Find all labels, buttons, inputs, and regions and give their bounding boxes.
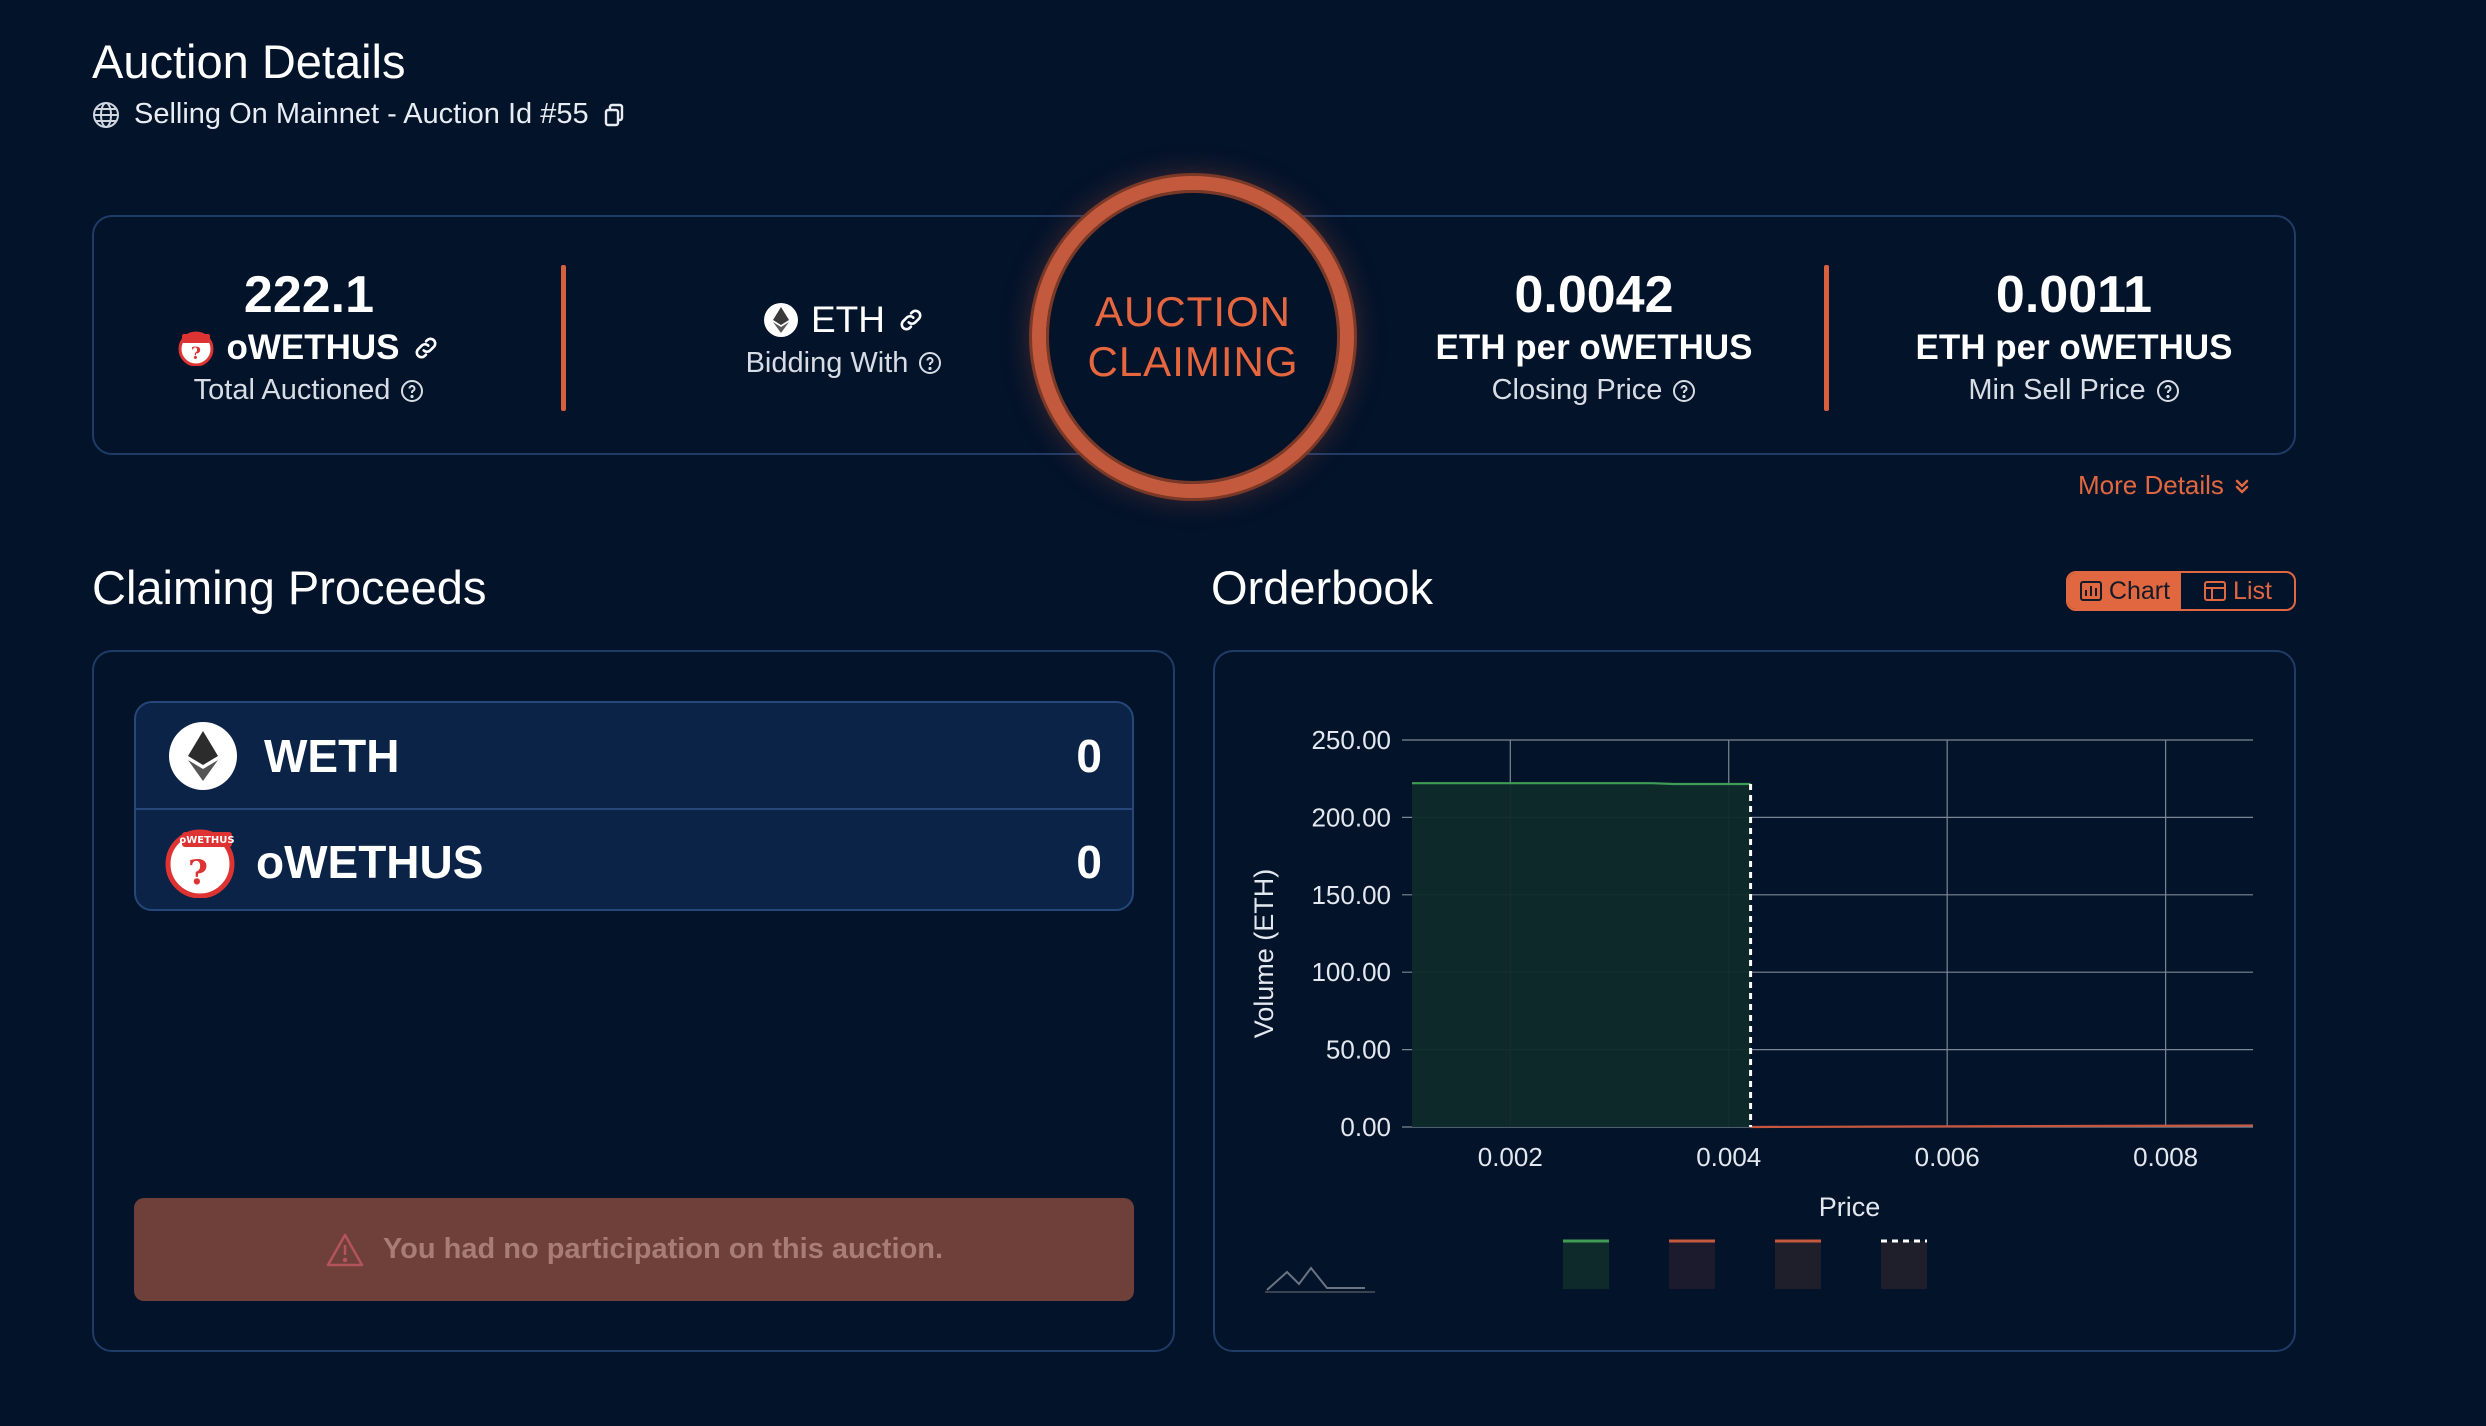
- y-tick-label: 100.00: [1311, 957, 1391, 987]
- total-auctioned-stat: 222.1 ? oWETHUS Total Auctioned: [94, 217, 524, 457]
- legend-swatch-0: [1563, 1241, 1609, 1289]
- closing-price-label-row: Closing Price: [1492, 374, 1697, 407]
- closing-price-unit: ETH per oWETHUS: [1435, 328, 1753, 368]
- table-icon: [2203, 580, 2227, 602]
- bidding-with-label: Bidding With: [745, 346, 909, 379]
- legend-swatch-3: [1881, 1241, 1927, 1289]
- copy-icon[interactable]: [603, 103, 625, 127]
- help-icon[interactable]: [2156, 379, 2180, 403]
- closing-price-label: Closing Price: [1491, 374, 1663, 407]
- zoom-minimap-icon: [1266, 1266, 1365, 1291]
- proceed-amount: 0: [1076, 835, 1102, 888]
- bidding-token: ETH: [763, 299, 925, 341]
- orderbook-chart[interactable]: 250.00 200.00 150.00 100.00 50.00 0.00 0.002 0.…: [1215, 652, 2298, 1354]
- orderbook-chart-panel: 250.00 200.00 150.00 100.00 50.00 0.00 0.002 0.…: [1213, 650, 2296, 1352]
- no-participation-alert: You had no participation on this auction…: [134, 1198, 1134, 1301]
- legend-swatch-1: [1669, 1241, 1715, 1289]
- divider: [561, 265, 566, 411]
- list-view-button[interactable]: List: [2181, 573, 2294, 609]
- proceed-amount: 0: [1076, 729, 1102, 782]
- page-title: Auction Details: [92, 35, 406, 88]
- proceed-token-name: oWETHUS: [256, 835, 484, 888]
- min-sell-price-unit: ETH per oWETHUS: [1915, 328, 2233, 368]
- x-tick-label: 0.006: [1915, 1142, 1980, 1172]
- owethus-token-icon: ?: [178, 330, 214, 367]
- owethus-icon: oWETHUS ?: [164, 826, 236, 898]
- y-tick-label: 0.00: [1340, 1112, 1391, 1142]
- no-participation-text: You had no participation on this auction…: [382, 1233, 944, 1265]
- y-tick-label: 50.00: [1326, 1035, 1391, 1065]
- auction-subtitle: Selling On Mainnet - Auction Id #55: [92, 98, 625, 131]
- series-area-0: [1412, 783, 1751, 1127]
- eth-icon: [763, 302, 799, 338]
- closing-price-stat: 0.0042 ETH per oWETHUS Closing Price: [1364, 217, 1824, 457]
- series-line-1: [1750, 1124, 2254, 1129]
- proceed-row-weth: WETH 0: [136, 703, 1132, 810]
- chart-view-button[interactable]: Chart: [2068, 573, 2181, 609]
- legend-swatch-2: [1775, 1241, 1821, 1289]
- total-auctioned-label-row: Total Auctioned: [194, 374, 425, 407]
- y-axis-title: Volume (ETH): [1249, 869, 1279, 1039]
- total-auctioned-token: ? oWETHUS: [178, 328, 439, 368]
- total-auctioned-value: 222.1: [243, 265, 375, 324]
- more-details-label: More Details: [2078, 470, 2224, 500]
- x-tick-label: 0.004: [1696, 1142, 1761, 1172]
- divider: [1824, 265, 1829, 411]
- svg-text:?: ?: [188, 853, 208, 893]
- more-details-link[interactable]: More Details: [2078, 470, 2252, 501]
- proceed-token-name: WETH: [264, 729, 400, 782]
- auction-status-badge: AUCTION CLAIMING: [1032, 176, 1354, 498]
- eth-icon: [168, 721, 238, 791]
- help-icon[interactable]: [918, 351, 942, 375]
- min-sell-price-label: Min Sell Price: [1968, 374, 2146, 407]
- svg-text:oWETHUS: oWETHUS: [179, 835, 234, 846]
- link-icon[interactable]: [412, 334, 440, 362]
- bidding-with-stat: ETH Bidding With: [609, 217, 1079, 457]
- orderbook-title: Orderbook: [1211, 561, 1434, 614]
- x-tick-label: 0.008: [2133, 1142, 2198, 1172]
- closing-price-value: 0.0042: [1514, 265, 1674, 324]
- proceed-row-owethus: oWETHUS ? oWETHUS 0: [136, 810, 1132, 909]
- help-icon[interactable]: [1672, 379, 1696, 403]
- chevron-double-down-icon: [2232, 476, 2252, 496]
- orderbook-view-toggle: Chart List: [2066, 571, 2296, 611]
- auction-subtitle-text: Selling On Mainnet - Auction Id #55: [134, 98, 589, 130]
- auction-status-line2: CLAIMING: [1087, 338, 1299, 385]
- warning-icon: [325, 1232, 365, 1268]
- svg-text:?: ?: [191, 344, 201, 364]
- y-tick-label: 250.00: [1311, 725, 1391, 755]
- y-tick-label: 200.00: [1311, 802, 1391, 832]
- link-icon[interactable]: [897, 306, 925, 334]
- chart-view-label: Chart: [2108, 576, 2171, 605]
- min-sell-price-stat: 0.0011 ETH per oWETHUS Min Sell Price: [1854, 217, 2294, 457]
- bidding-with-label-row: Bidding With: [746, 347, 943, 380]
- min-sell-price-value: 0.0011: [1995, 265, 2153, 324]
- bidding-token-name: ETH: [811, 298, 885, 340]
- x-axis-title: Price: [1819, 1192, 1881, 1222]
- help-icon[interactable]: [400, 379, 424, 403]
- total-auctioned-label: Total Auctioned: [193, 374, 391, 407]
- bar-chart-icon: [2079, 580, 2103, 602]
- x-tick-label: 0.002: [1478, 1142, 1543, 1172]
- total-auctioned-token-name: oWETHUS: [226, 328, 400, 368]
- min-sell-price-label-row: Min Sell Price: [1968, 374, 2179, 407]
- claiming-proceeds-title: Claiming Proceeds: [92, 561, 487, 614]
- auction-status-line1: AUCTION: [1095, 287, 1291, 335]
- globe-icon: [92, 101, 120, 129]
- proceeds-list: WETH 0 oWETHUS ? oWETHUS 0: [134, 701, 1134, 911]
- y-tick-label: 150.00: [1311, 880, 1391, 910]
- series-line-0: [1412, 782, 1751, 786]
- list-view-label: List: [2233, 576, 2272, 605]
